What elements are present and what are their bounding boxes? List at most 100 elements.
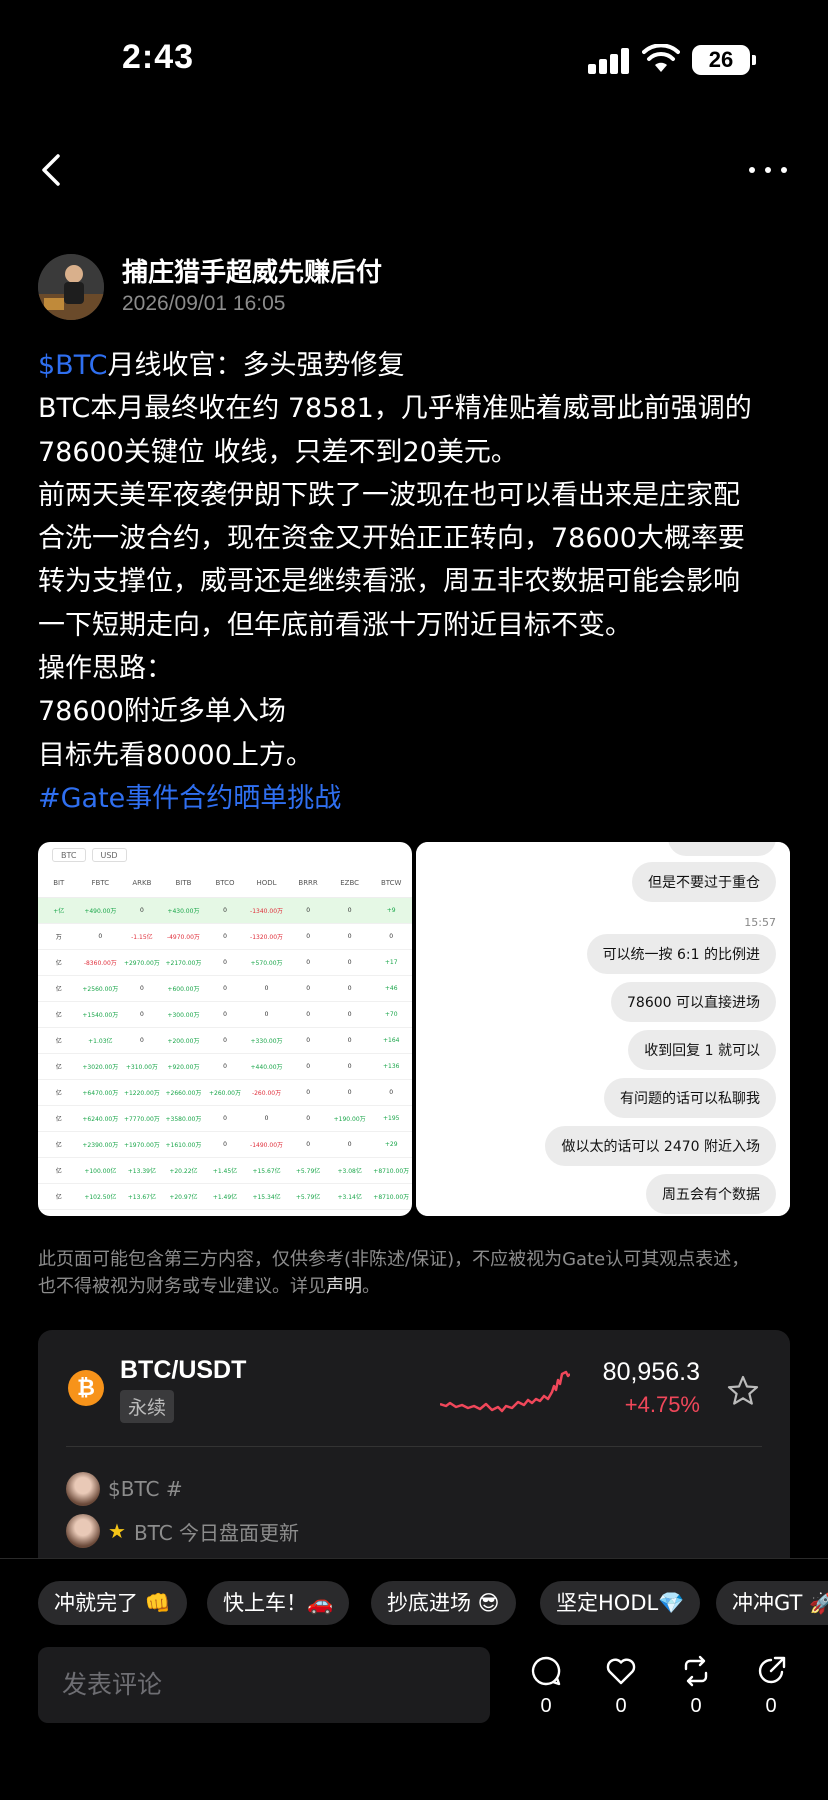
status-bar: 2:43 26 bbox=[0, 0, 828, 120]
table-cell: +136 bbox=[382, 1063, 400, 1070]
etf-flow-table-image[interactable]: BTC USD BIT FBTC ARKB BITB BTCO HODL BRRR EZBC B… bbox=[38, 842, 412, 1216]
table-cell: +300.00万 bbox=[167, 1012, 200, 1019]
quick-reply-chip[interactable]: 坚定HODL💎 bbox=[540, 1581, 701, 1625]
table-cell: 0 bbox=[347, 907, 352, 914]
related-post-text: $BTC # bbox=[108, 1477, 183, 1501]
chat-bubble: 有问题的话可以私聊我 bbox=[604, 1078, 776, 1118]
table-cell: 0 bbox=[347, 985, 352, 992]
table-cell: +1.49亿 bbox=[212, 1194, 238, 1201]
comment-action[interactable]: 0 bbox=[526, 1655, 566, 1718]
table-column-header: BTCO bbox=[215, 878, 235, 887]
chat-screenshot-image[interactable]: 但是不要过于重仓 15:57 可以统一按 6:1 的比例进 78600 可以直接… bbox=[416, 842, 790, 1216]
statement-link[interactable]: 声明 bbox=[326, 1276, 362, 1297]
heart-icon bbox=[606, 1658, 636, 1685]
like-action[interactable]: 0 bbox=[601, 1655, 641, 1718]
table-cell: +440.00万 bbox=[250, 1064, 283, 1071]
related-post[interactable]: ★ BTC 今日盘面更新 bbox=[66, 1514, 299, 1548]
table-cell: +570.00万 bbox=[250, 960, 283, 967]
repost-action[interactable]: 0 bbox=[676, 1655, 716, 1718]
table-cell: -1320.00万 bbox=[250, 934, 284, 941]
status-time: 2:43 bbox=[122, 38, 195, 76]
back-icon[interactable] bbox=[34, 148, 68, 192]
table-cell: -1490.00万 bbox=[250, 1142, 284, 1149]
table-cell: 0 bbox=[223, 1011, 227, 1018]
table-cell: +2390.00万 bbox=[82, 1142, 119, 1149]
share-action[interactable]: 0 bbox=[751, 1655, 791, 1718]
table-cell: 0 bbox=[306, 1089, 311, 1096]
table-cell: 0 bbox=[223, 1141, 227, 1148]
related-avatar bbox=[66, 1472, 100, 1506]
table-cell: 亿 bbox=[55, 1142, 62, 1149]
table-cell: -4970.00万 bbox=[166, 934, 200, 941]
table-cell: +3020.00万 bbox=[82, 1064, 119, 1071]
table-cell: 亿 bbox=[55, 1064, 62, 1071]
price-sparkline bbox=[440, 1370, 570, 1413]
table-cell: +1540.00万 bbox=[82, 1012, 119, 1019]
table-cell: +8710.00万 bbox=[373, 1194, 410, 1201]
table-cell: +20.97亿 bbox=[169, 1194, 198, 1201]
table-cell: +600.00万 bbox=[167, 986, 200, 993]
table-cell: 0 bbox=[347, 1089, 352, 1096]
quick-reply-chip[interactable]: 抄底进场 😎 bbox=[371, 1581, 516, 1625]
chat-bubble: 做以太的话可以 2470 附近入场 bbox=[545, 1126, 776, 1166]
chat-bubble: 但是不要过于重仓 bbox=[632, 862, 776, 902]
author-avatar[interactable] bbox=[38, 254, 104, 320]
post-line: 前两天美军夜袭伊朗下跌了一波现在也可以看出来是庄家配 bbox=[38, 479, 740, 511]
table-row: 亿 +3020.00万 +310.00万 +920.00万 0 +440.00万 0 0 +13… bbox=[38, 1054, 412, 1080]
table-cell: 0 bbox=[139, 1037, 144, 1044]
table-cell: +190.00万 bbox=[333, 1116, 366, 1123]
comment-input[interactable]: 发表评论 bbox=[38, 1647, 490, 1723]
table-cell: 0 bbox=[306, 1115, 311, 1122]
table-cell: +102.50亿 bbox=[84, 1194, 117, 1201]
table-cell: 0 bbox=[347, 1011, 352, 1018]
related-post-text: BTC 今日盘面更新 bbox=[133, 1520, 300, 1545]
table-cell: +46 bbox=[384, 985, 398, 992]
btc-cashtag-link[interactable]: $BTC bbox=[38, 350, 107, 381]
table-column-header: ARKB bbox=[132, 878, 152, 887]
table-row: 万 0 -1.15亿 -4970.00万 0 -1320.00万 0 0 0 bbox=[38, 924, 412, 950]
hashtag-link[interactable]: #Gate事件合约晒单挑战 bbox=[38, 777, 798, 820]
ticker-card[interactable]: ₿ BTC/USDT 永续 80,956.3 +4.75% $BTC # ★ B… bbox=[38, 1330, 790, 1590]
table-cell: 0 bbox=[264, 1011, 269, 1018]
table-cell: +9 bbox=[386, 907, 396, 914]
table-cell: +1610.00万 bbox=[165, 1142, 202, 1149]
table-cell: 亿 bbox=[55, 1090, 62, 1097]
chat-bubble: 78600 可以直接进场 bbox=[611, 982, 776, 1022]
table-cell: +13.67亿 bbox=[127, 1194, 156, 1201]
post-line: 转为支撑位，威哥还是继续看涨，周五非农数据可能会影响 bbox=[38, 566, 740, 598]
table-cell: +3.14亿 bbox=[337, 1194, 362, 1201]
table-cell: +1970.00万 bbox=[123, 1142, 160, 1149]
more-options-icon[interactable] bbox=[746, 150, 790, 190]
table-cell: 0 bbox=[347, 959, 352, 966]
table-column-header: HODL bbox=[256, 878, 277, 887]
quick-reply-chip[interactable]: 冲冲GT 🚀 bbox=[716, 1581, 828, 1625]
table-cell: 0 bbox=[347, 1063, 352, 1070]
related-post[interactable]: $BTC # bbox=[66, 1472, 183, 1506]
table-cell: +1220.00万 bbox=[123, 1090, 160, 1097]
disclaimer: 此页面可能包含第三方内容，仅供参考(非陈述/保证)，不应被视为Gate认可其观点… bbox=[38, 1246, 798, 1300]
table-cell: +29 bbox=[384, 1141, 398, 1148]
chat-time: 15:57 bbox=[744, 916, 776, 929]
quick-reply-chip[interactable]: 快上车！🚗 bbox=[207, 1581, 350, 1625]
quick-reply-chip[interactable]: 冲就完了 👊 bbox=[38, 1581, 187, 1625]
table-cell: +920.00万 bbox=[167, 1064, 200, 1071]
table-cell: 0 bbox=[306, 933, 311, 940]
disclaimer-text: 也不得被视为财务或专业建议。详见 bbox=[38, 1276, 326, 1297]
table-cell: +5.79亿 bbox=[295, 1194, 321, 1201]
table-cell: 0 bbox=[223, 1115, 227, 1122]
table-header: BIT FBTC ARKB BITB BTCO HODL BRRR EZBC BTCW bbox=[38, 868, 412, 898]
author-name[interactable]: 捕庄猎手超威先赚后付 bbox=[122, 252, 382, 289]
table-column-header: BRRR bbox=[298, 878, 318, 887]
table-cell: +1.03亿 bbox=[88, 1038, 113, 1045]
table-column-header: BTCW bbox=[380, 878, 402, 887]
favorite-star-icon[interactable] bbox=[726, 1374, 760, 1408]
table-cell: +70 bbox=[384, 1011, 398, 1018]
repost-icon bbox=[684, 1655, 708, 1687]
table-cell: 0 bbox=[306, 1141, 311, 1148]
table-cell: 亿 bbox=[55, 1168, 62, 1175]
table-cell: 0 bbox=[347, 933, 352, 940]
table-cell: +330.00万 bbox=[250, 1038, 283, 1045]
table-cell: +亿 bbox=[53, 908, 65, 915]
table-cell: 0 bbox=[306, 1011, 311, 1018]
table-cell: 0 bbox=[306, 907, 311, 914]
